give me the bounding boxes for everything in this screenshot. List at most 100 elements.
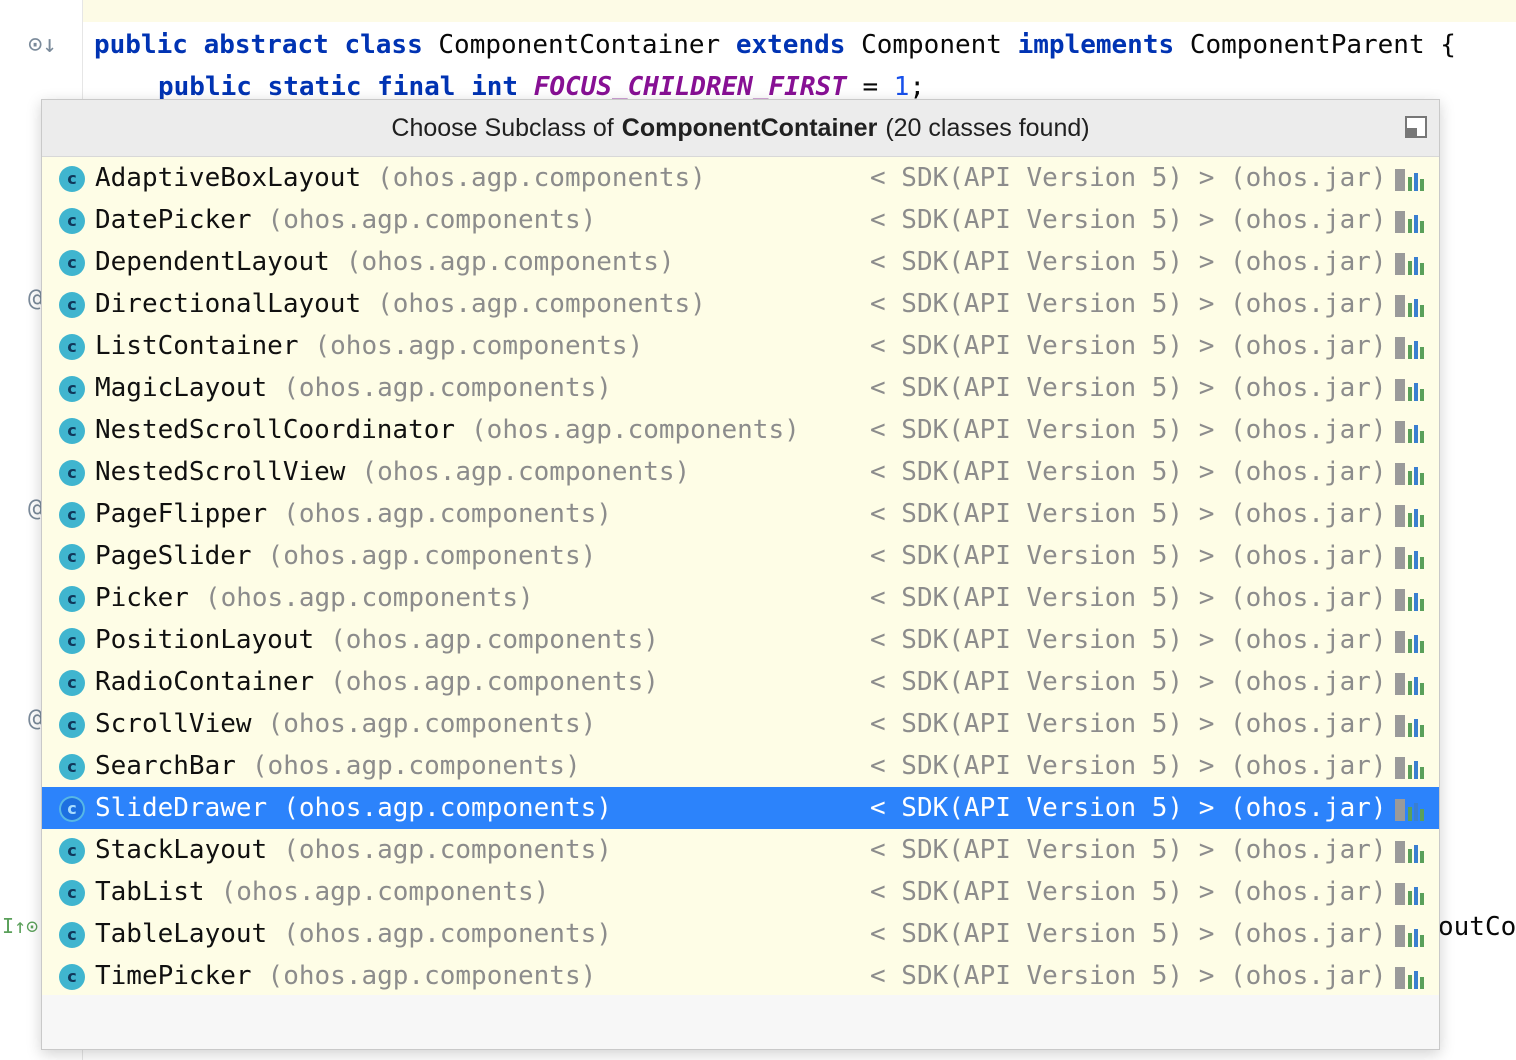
library-icon <box>1395 545 1425 569</box>
list-item[interactable]: c PageSlider (ohos.agp.components) < SDK(AP… <box>42 535 1439 577</box>
class-name-text: DatePicker <box>95 205 252 235</box>
library-icon <box>1395 293 1425 317</box>
list-item[interactable]: c RadioContainer (ohos.agp.components) < SD… <box>42 661 1439 703</box>
sdk-location: < SDK(API Version 5) > (ohos.jar) <box>870 835 1387 865</box>
list-item[interactable]: c StackLayout (ohos.agp.components) < SDK(A… <box>42 829 1439 871</box>
list-item[interactable]: c TimePicker (ohos.agp.components) < SDK(AP… <box>42 955 1439 997</box>
class-name-text: StackLayout <box>95 835 268 865</box>
package-name: (ohos.agp.components) <box>204 583 534 613</box>
library-icon <box>1395 881 1425 905</box>
list-item[interactable]: c NestedScrollView (ohos.agp.components) < … <box>42 451 1439 493</box>
class-name-text: NestedScrollCoordinator <box>95 415 456 445</box>
package-name: (ohos.agp.components) <box>283 919 612 949</box>
library-icon <box>1395 335 1425 359</box>
class-name-text: TabList <box>95 877 205 907</box>
class-name: RadioContainer (ohos.agp.components) <box>95 664 659 700</box>
sdk-location: < SDK(API Version 5) > (ohos.jar) <box>870 331 1387 361</box>
sdk-location: < SDK(API Version 5) > (ohos.jar) <box>870 709 1387 739</box>
class-name: TimePicker (ohos.agp.components) <box>95 958 596 994</box>
class-icon: c <box>59 460 85 486</box>
sdk-location: < SDK(API Version 5) > (ohos.jar) <box>870 499 1387 529</box>
list-item[interactable]: c TabList (ohos.agp.components) < SDK(API V… <box>42 871 1439 913</box>
list-item[interactable]: c DirectionalLayout (ohos.agp.components) <… <box>42 283 1439 325</box>
sdk-location: < SDK(API Version 5) > (ohos.jar) <box>870 415 1387 445</box>
list-item[interactable]: c ListContainer (ohos.agp.components) < SDK… <box>42 325 1439 367</box>
class-name-text: Picker <box>95 583 189 613</box>
list-item[interactable]: c SearchBar (ohos.agp.components) < SDK(API… <box>42 745 1439 787</box>
list-item[interactable]: c SlideDrawer (ohos.agp.components) < SDK(A… <box>42 787 1439 829</box>
package-name: (ohos.agp.components) <box>345 247 675 277</box>
sdk-location: < SDK(API Version 5) > (ohos.jar) <box>870 289 1387 319</box>
list-item[interactable]: c MagicLayout (ohos.agp.components) < SDK(A… <box>42 367 1439 409</box>
class-icon: c <box>59 502 85 528</box>
list-item[interactable]: c Picker (ohos.agp.components) < SDK(API Ve… <box>42 577 1439 619</box>
subclass-list[interactable]: c AdaptiveBoxLayout (ohos.agp.components) <… <box>42 157 1439 995</box>
library-icon <box>1395 209 1425 233</box>
list-item[interactable]: c TableLayout (ohos.agp.components) < SDK(A… <box>42 913 1439 955</box>
title-class: ComponentContainer <box>621 113 878 142</box>
class-name: PageFlipper (ohos.agp.components) <box>95 496 612 532</box>
class-icon: c <box>59 922 85 948</box>
package-name: (ohos.agp.components) <box>267 541 597 571</box>
package-name: (ohos.agp.components) <box>220 877 550 907</box>
class-icon: c <box>59 418 85 444</box>
class-name: PageSlider (ohos.agp.components) <box>95 538 596 574</box>
list-item[interactable]: c NestedScrollCoordinator (ohos.agp.compon… <box>42 409 1439 451</box>
class-icon: c <box>59 712 85 738</box>
package-name: (ohos.agp.components) <box>283 793 612 823</box>
class-name: StackLayout (ohos.agp.components) <box>95 832 612 868</box>
class-icon: c <box>59 796 85 822</box>
title-prefix: Choose Subclass of <box>391 113 614 142</box>
library-icon <box>1395 755 1425 779</box>
implements-up-icon[interactable]: I↑⊙ <box>2 914 38 938</box>
class-icon: c <box>59 334 85 360</box>
sdk-location: < SDK(API Version 5) > (ohos.jar) <box>870 163 1387 193</box>
pin-window-button[interactable] <box>1405 116 1427 138</box>
code-line-class-declaration[interactable]: public abstract class ComponentContainer… <box>94 28 1456 62</box>
popup-title: Choose Subclass of ComponentContainer (2… <box>42 100 1439 157</box>
code-fragment: outCo <box>1438 912 1516 942</box>
library-icon <box>1395 923 1425 947</box>
package-name: (ohos.agp.components) <box>471 415 800 445</box>
library-icon <box>1395 419 1425 443</box>
list-item[interactable]: c PageFlipper (ohos.agp.components) < SDK(A… <box>42 493 1439 535</box>
list-item[interactable]: c ScrollView (ohos.agp.components) < SDK(AP… <box>42 703 1439 745</box>
library-icon <box>1395 965 1425 989</box>
list-item[interactable]: c PositionLayout (ohos.agp.components) < SD… <box>42 619 1439 661</box>
library-icon <box>1395 839 1425 863</box>
package-name: (ohos.agp.components) <box>251 751 581 781</box>
list-item[interactable]: c DatePicker (ohos.agp.components) < SDK(AP… <box>42 199 1439 241</box>
class-icon: c <box>59 292 85 318</box>
package-name: (ohos.agp.components) <box>283 373 612 403</box>
class-name: ScrollView (ohos.agp.components) <box>95 706 596 742</box>
package-name: (ohos.agp.components) <box>283 835 612 865</box>
package-name: (ohos.agp.components) <box>377 163 706 193</box>
sdk-location: < SDK(API Version 5) > (ohos.jar) <box>870 667 1387 697</box>
sdk-location: < SDK(API Version 5) > (ohos.jar) <box>870 751 1387 781</box>
package-name: (ohos.agp.components) <box>361 457 691 487</box>
package-name: (ohos.agp.components) <box>267 205 597 235</box>
sdk-location: < SDK(API Version 5) > (ohos.jar) <box>870 205 1387 235</box>
class-name-text: ListContainer <box>95 331 299 361</box>
package-name: (ohos.agp.components) <box>330 667 659 697</box>
package-name: (ohos.agp.components) <box>267 961 597 991</box>
class-name-text: NestedScrollView <box>95 457 346 487</box>
class-icon: c <box>59 166 85 192</box>
class-name: DatePicker (ohos.agp.components) <box>95 202 596 238</box>
library-icon <box>1395 377 1425 401</box>
library-icon <box>1395 629 1425 653</box>
library-icon <box>1395 587 1425 611</box>
package-name: (ohos.agp.components) <box>314 331 644 361</box>
class-name: DirectionalLayout (ohos.agp.components) <box>95 286 706 322</box>
library-icon <box>1395 797 1425 821</box>
list-item[interactable]: c DependentLayout (ohos.agp.components) < S… <box>42 241 1439 283</box>
choose-subclass-popup[interactable]: Choose Subclass of ComponentContainer (2… <box>41 99 1440 1050</box>
sdk-location: < SDK(API Version 5) > (ohos.jar) <box>870 919 1387 949</box>
class-name: DependentLayout (ohos.agp.components) <box>95 244 675 280</box>
class-icon: c <box>59 838 85 864</box>
sdk-location: < SDK(API Version 5) > (ohos.jar) <box>870 541 1387 571</box>
library-icon <box>1395 167 1425 191</box>
list-item[interactable]: c AdaptiveBoxLayout (ohos.agp.components) <… <box>42 157 1439 199</box>
current-line-highlight <box>83 0 1516 22</box>
implemented-arrow-icon[interactable]: ⊙↓ <box>28 30 57 58</box>
